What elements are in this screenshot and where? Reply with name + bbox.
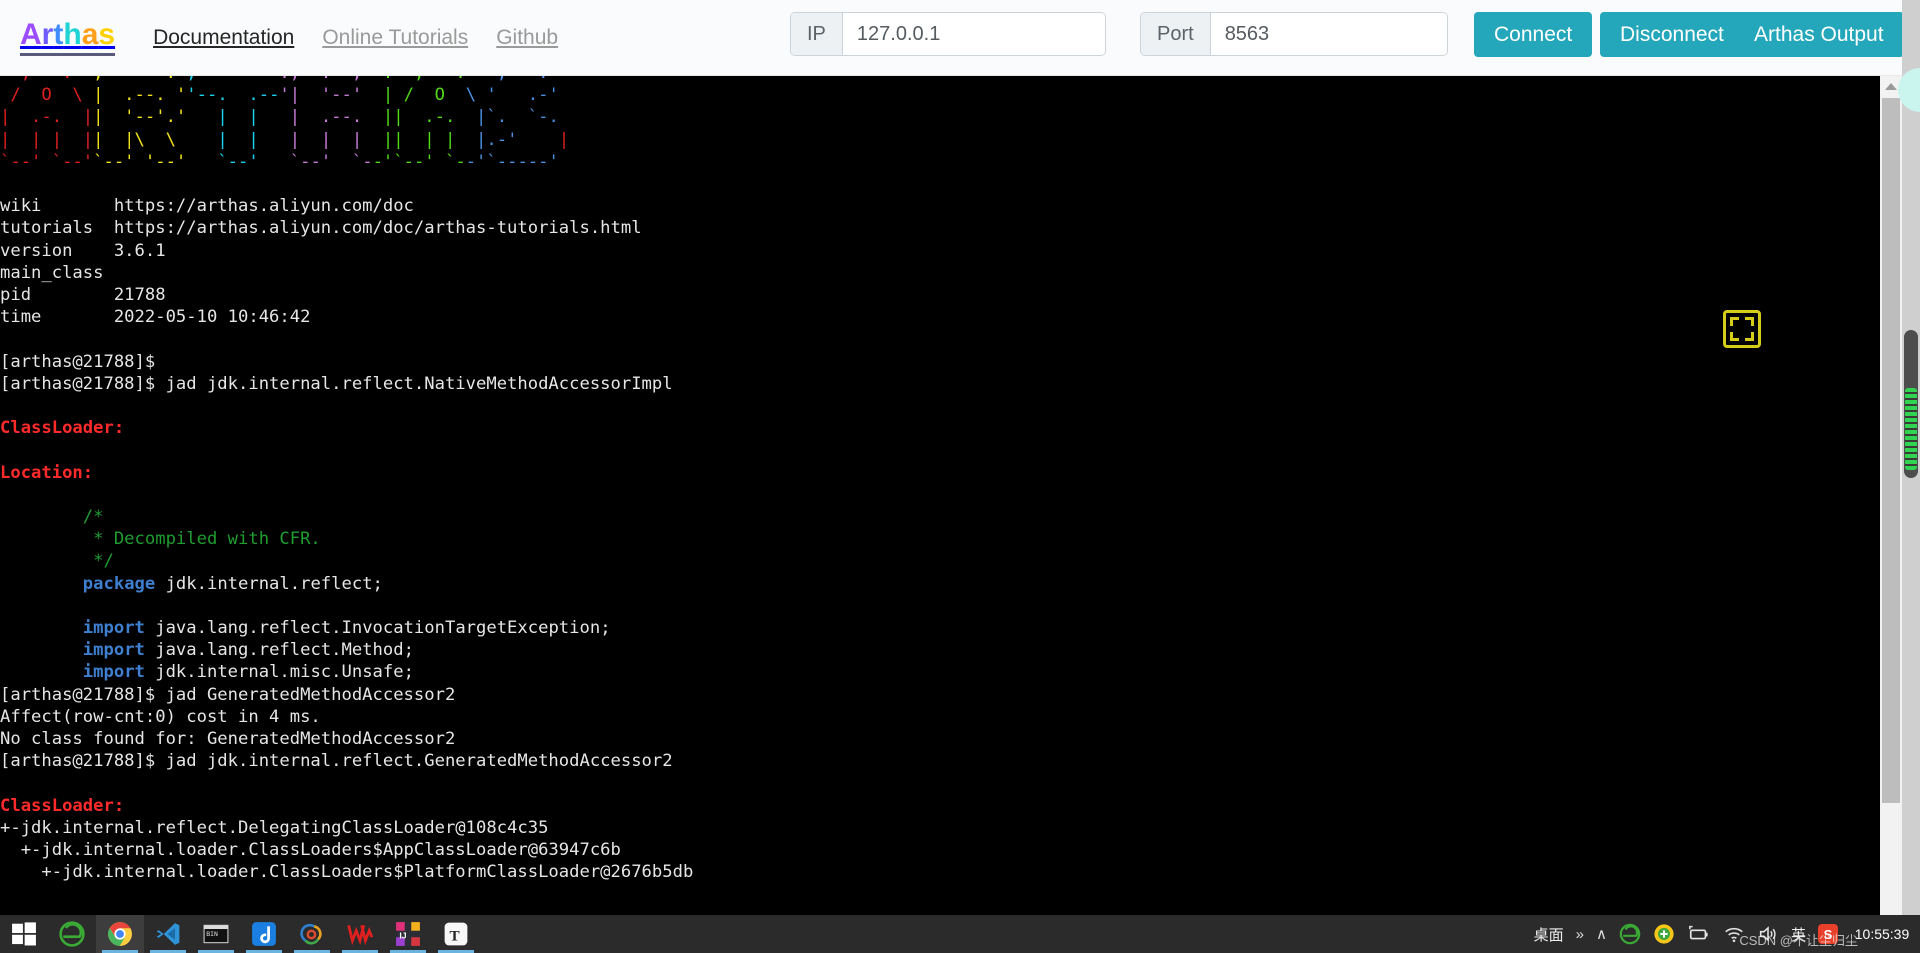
ip-label: IP xyxy=(791,13,843,55)
taskbar-item-vscode[interactable] xyxy=(144,915,192,953)
ip-field-group: IP xyxy=(790,12,1106,56)
taskbar-item-intellij[interactable]: IJ xyxy=(384,915,432,953)
taskbar-item-navicat[interactable] xyxy=(288,915,336,953)
svg-text:IJ: IJ xyxy=(399,930,406,940)
svg-text:T: T xyxy=(450,928,460,945)
connect-button[interactable]: Connect xyxy=(1474,12,1593,57)
nav-item-online-tutorials[interactable]: Online Tutorials xyxy=(322,26,468,50)
taskbar-item-edge[interactable] xyxy=(48,915,96,953)
port-label: Port xyxy=(1141,13,1211,55)
ip-input[interactable] xyxy=(842,13,1105,55)
taskbar-item-wps[interactable] xyxy=(336,915,384,953)
tray-sogou-input-icon[interactable]: S xyxy=(1818,924,1838,944)
tray-wifi-icon[interactable] xyxy=(1723,923,1745,945)
terminal-scrollbar-thumb[interactable] xyxy=(1882,98,1900,803)
page-scrollbar[interactable] xyxy=(1898,0,1920,915)
arthas-logo[interactable]: Arthas xyxy=(20,18,116,56)
taskbar-item-typora[interactable]: T xyxy=(432,915,480,953)
taskbar-item-chrome[interactable] xyxy=(96,915,144,953)
terminal-icon: BIN xyxy=(203,924,229,944)
tray-volume-icon[interactable] xyxy=(1757,923,1779,945)
tray-battery-icon[interactable] xyxy=(1687,923,1711,945)
scroll-highlight-bubble xyxy=(1898,68,1920,112)
svg-text:BIN: BIN xyxy=(206,931,218,938)
page-scrollbar-thumb[interactable] xyxy=(1904,330,1918,478)
nav-item-github[interactable]: Github xyxy=(496,26,558,50)
chrome-icon xyxy=(108,922,132,946)
port-field-group: Port xyxy=(1140,12,1448,56)
terminal-area: ,---. ,------. ,--------.,--. ,--. ,---.… xyxy=(0,76,1920,915)
navicat-icon xyxy=(300,923,322,945)
brand-letter: h xyxy=(63,18,82,51)
start-button[interactable] xyxy=(0,915,48,953)
taskbar-item-dingtalk[interactable] xyxy=(240,915,288,953)
brand-letter: a xyxy=(81,18,99,51)
brand-letter: r xyxy=(41,18,54,51)
taskbar-items: BIN IJ T xyxy=(0,915,480,953)
taskbar-item-terminal[interactable]: BIN xyxy=(192,915,240,953)
tray-expand-chevron-icon[interactable]: ∧ xyxy=(1596,925,1607,943)
scrollbar-grip-icon xyxy=(1905,388,1917,470)
typora-icon: T xyxy=(444,922,468,946)
disconnect-button[interactable]: Disconnect xyxy=(1600,12,1744,57)
edge-icon xyxy=(59,921,85,947)
vscode-icon xyxy=(156,923,180,945)
tray-360-security-icon[interactable] xyxy=(1653,923,1675,945)
dingtalk-icon xyxy=(252,922,276,946)
system-tray: 桌面 » ∧ 英 S 10:55:39 xyxy=(1534,915,1920,953)
windows-taskbar: BIN IJ T 桌面 » ∧ 英 S 10:55:39 CSDN @不让尘归尘 xyxy=(0,915,1920,953)
brand-letter: A xyxy=(20,18,42,51)
terminal-scrollbar[interactable] xyxy=(1880,76,1902,915)
intellij-icon: IJ xyxy=(396,922,420,946)
brand-letter: t xyxy=(53,18,64,51)
main-nav: Documentation Online Tutorials Github xyxy=(153,26,558,50)
terminal-output: ,---. ,------. ,--------.,--. ,--. ,---.… xyxy=(0,76,694,883)
tray-ime-indicator[interactable]: 英 xyxy=(1791,924,1806,945)
tray-desktop-label[interactable]: 桌面 xyxy=(1534,924,1564,945)
wps-icon xyxy=(347,924,373,946)
app-header: Arthas Documentation Online Tutorials Gi… xyxy=(0,0,1920,76)
arthas-output-button[interactable]: Arthas Output xyxy=(1734,12,1904,57)
arthas-terminal[interactable]: ,---. ,------. ,--------.,--. ,--. ,---.… xyxy=(0,76,1880,915)
fullscreen-icon[interactable] xyxy=(1723,310,1761,348)
tray-edge-icon[interactable] xyxy=(1619,923,1641,945)
brand-letter: s xyxy=(98,18,116,51)
tray-clock[interactable]: 10:55:39 xyxy=(1850,926,1914,942)
port-input[interactable] xyxy=(1210,13,1447,55)
windows-logo-icon xyxy=(12,922,36,946)
nav-item-documentation[interactable]: Documentation xyxy=(153,26,294,50)
tray-overflow-chevron-icon[interactable]: » xyxy=(1576,926,1584,943)
